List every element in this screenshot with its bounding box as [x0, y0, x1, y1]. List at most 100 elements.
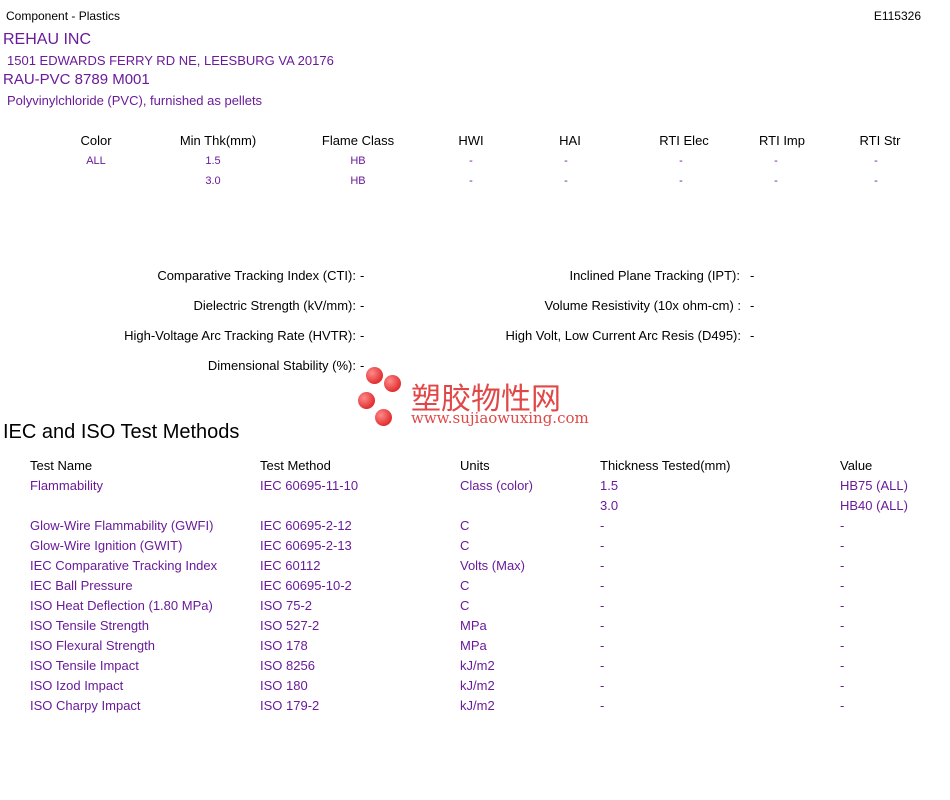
tm-cell-test-method: ISO 178 [260, 638, 308, 653]
property-label-d495: High Volt, Low Current Arc Resis (D495): [505, 328, 741, 343]
ratings-header-hwi: HWI [458, 133, 484, 148]
ratings-header-rti-elec: RTI Elec [659, 133, 709, 148]
tm-cell-thickness: - [600, 638, 605, 653]
tm-cell-test-method: IEC 60112 [260, 558, 321, 573]
tm-cell-value: - [840, 678, 845, 693]
tm-cell-test-name: ISO Charpy Impact [30, 698, 141, 713]
tm-cell-units: MPa [460, 638, 487, 653]
tm-cell-value: - [840, 518, 845, 533]
tm-cell-units: kJ/m2 [460, 658, 495, 673]
tm-cell-value: - [840, 638, 845, 653]
ratings-header-rti-imp: RTI Imp [759, 133, 805, 148]
ratings-cell: - [774, 175, 778, 187]
ratings-cell: - [469, 155, 473, 167]
tm-cell-test-name: Flammability [30, 478, 103, 493]
property-value-volume-resistivity: - [750, 298, 755, 313]
tm-cell-thickness: - [600, 698, 605, 713]
tm-cell-test-method: IEC 60695-2-12 [260, 518, 352, 533]
tm-cell-thickness: 1.5 [600, 478, 619, 493]
tm-cell-test-name: Glow-Wire Ignition (GWIT) [30, 538, 183, 553]
property-label-cti: Comparative Tracking Index (CTI): [157, 268, 356, 283]
property-value-dielectric: - [360, 298, 365, 313]
tm-cell-units: Volts (Max) [460, 558, 526, 573]
property-label-ipt: Inclined Plane Tracking (IPT): [569, 268, 740, 283]
tm-cell-test-name: IEC Comparative Tracking Index [30, 558, 218, 573]
tm-cell-test-method: IEC 60695-10-2 [260, 578, 352, 593]
product-description: Polyvinylchloride (PVC), furnished as pe… [7, 93, 263, 108]
property-value-cti: - [360, 268, 365, 283]
property-label-dimensional: Dimensional Stability (%): [207, 358, 356, 373]
property-label-dielectric: Dielectric Strength (kV/mm): [193, 298, 356, 313]
ratings-cell: - [874, 175, 878, 187]
company-address: 1501 EDWARDS FERRY RD NE, LEESBURG VA 20… [7, 53, 334, 68]
tm-cell-value: HB40 (ALL) [840, 498, 908, 513]
tm-cell-value: - [840, 658, 845, 673]
tm-cell-thickness: - [600, 618, 605, 633]
ratings-cell: - [679, 155, 683, 167]
ratings-cell: HB [350, 155, 366, 167]
tm-cell-units: kJ/m2 [460, 698, 495, 713]
ratings-cell: - [874, 155, 878, 167]
ratings-cell: - [564, 175, 568, 187]
tm-header-units: Units [460, 458, 490, 473]
property-label-hvtr: High-Voltage Arc Tracking Rate (HVTR): [124, 328, 356, 343]
ratings-cell: 3.0 [205, 175, 221, 187]
tm-header-test-method: Test Method [260, 458, 331, 473]
tm-cell-test-name: ISO Izod Impact [30, 678, 124, 693]
tm-cell-value: - [840, 578, 845, 593]
tm-cell-value: - [840, 698, 845, 713]
tm-header-thickness: Thickness Tested(mm) [600, 458, 731, 473]
tm-cell-value: HB75 (ALL) [840, 478, 908, 493]
tm-cell-test-method: ISO 179-2 [260, 698, 320, 713]
product-name: RAU-PVC 8789 M001 [3, 71, 150, 88]
company-name: REHAU INC [3, 31, 92, 48]
property-value-ipt: - [750, 268, 755, 283]
category-label: Component - Plastics [6, 9, 121, 23]
tm-cell-units: kJ/m2 [460, 678, 495, 693]
tm-cell-test-name: Glow-Wire Flammability (GWFI) [30, 518, 214, 533]
section-title: IEC and ISO Test Methods [3, 421, 240, 443]
ratings-header-color: Color [80, 133, 112, 148]
tm-cell-value: - [840, 558, 845, 573]
ratings-header-hai: HAI [559, 133, 581, 148]
tm-cell-units: C [460, 518, 470, 533]
tm-cell-value: - [840, 598, 845, 613]
ratings-cell: - [774, 155, 778, 167]
ratings-cell: - [679, 175, 683, 187]
property-label-volume-resistivity: Volume Resistivity (10x ohm-cm) : [544, 298, 742, 313]
tm-cell-test-name: ISO Tensile Strength [30, 618, 149, 633]
tm-cell-units: C [460, 578, 470, 593]
tm-cell-thickness: - [600, 558, 605, 573]
tm-cell-thickness: 3.0 [600, 498, 619, 513]
tm-cell-test-name: ISO Flexural Strength [30, 638, 155, 653]
tm-cell-test-name: IEC Ball Pressure [30, 578, 133, 593]
tm-cell-thickness: - [600, 538, 605, 553]
tm-cell-test-method: IEC 60695-11-10 [260, 478, 359, 493]
ratings-header-rti-str: RTI Str [859, 133, 901, 148]
tm-cell-thickness: - [600, 518, 605, 533]
tm-cell-thickness: - [600, 598, 605, 613]
tm-header-test-name: Test Name [30, 458, 93, 473]
property-value-d495: - [750, 328, 755, 343]
tm-cell-test-name: ISO Heat Deflection (1.80 MPa) [30, 598, 213, 613]
ratings-cell: ALL [86, 155, 106, 167]
tm-cell-thickness: - [600, 578, 605, 593]
tm-cell-test-method: ISO 8256 [260, 658, 315, 673]
property-value-hvtr: - [360, 328, 365, 343]
ratings-cell: 1.5 [205, 155, 221, 167]
tm-cell-test-name: ISO Tensile Impact [30, 658, 139, 673]
tm-cell-test-method: ISO 75-2 [260, 598, 313, 613]
tm-cell-units: Class (color) [460, 478, 533, 493]
file-number: E115326 [873, 9, 921, 23]
tm-cell-units: C [460, 598, 470, 613]
tm-cell-thickness: - [600, 658, 605, 673]
watermark-url-text: www.sujiaowuxing.com [411, 409, 589, 427]
ratings-cell: HB [350, 175, 366, 187]
ratings-cell: - [564, 155, 568, 167]
tm-cell-units: MPa [460, 618, 487, 633]
tm-cell-value: - [840, 618, 845, 633]
tm-cell-test-method: ISO 180 [260, 678, 308, 693]
tm-cell-value: - [840, 538, 845, 553]
tm-header-value: Value [840, 458, 873, 473]
ratings-header-min-thk: Min Thk(mm) [179, 133, 257, 148]
